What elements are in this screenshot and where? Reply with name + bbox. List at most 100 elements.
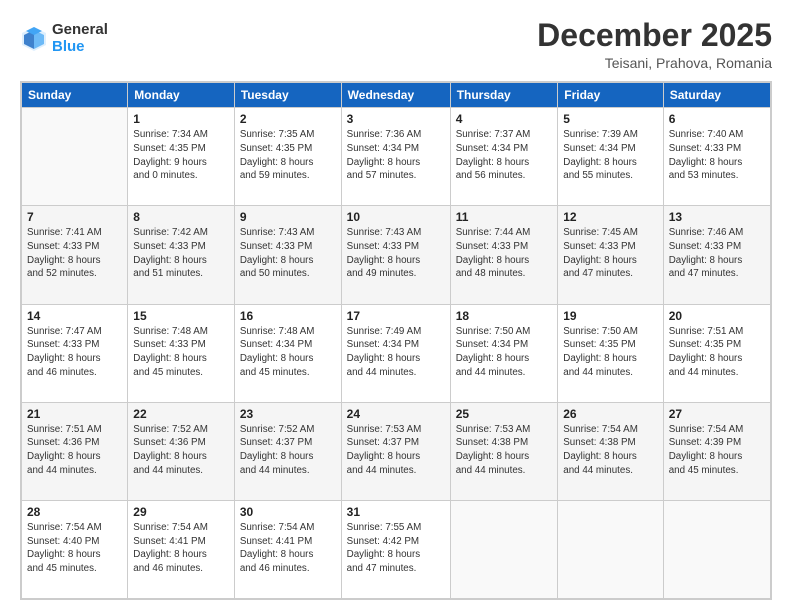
day-info: Sunrise: 7:50 AM Sunset: 4:34 PM Dayligh…	[456, 325, 553, 380]
day-number: 11	[456, 210, 553, 224]
day-number: 27	[669, 407, 765, 421]
day-info: Sunrise: 7:47 AM Sunset: 4:33 PM Dayligh…	[27, 325, 122, 380]
day-number: 1	[133, 112, 229, 126]
calendar-cell	[663, 500, 770, 598]
day-info: Sunrise: 7:49 AM Sunset: 4:34 PM Dayligh…	[347, 325, 445, 380]
calendar-cell: 31 Sunrise: 7:55 AM Sunset: 4:42 PM Dayli…	[341, 500, 450, 598]
day-info: Sunrise: 7:45 AM Sunset: 4:33 PM Dayligh…	[563, 226, 657, 281]
calendar-cell: 25 Sunrise: 7:53 AM Sunset: 4:38 PM Dayli…	[450, 402, 558, 500]
calendar-cell: 19 Sunrise: 7:50 AM Sunset: 4:35 PM Dayli…	[558, 304, 663, 402]
day-info: Sunrise: 7:41 AM Sunset: 4:33 PM Dayligh…	[27, 226, 122, 281]
day-number: 6	[669, 112, 765, 126]
day-number: 9	[240, 210, 336, 224]
day-number: 16	[240, 309, 336, 323]
day-number: 7	[27, 210, 122, 224]
week-row: 28Sunrise: 7:54 AM Sunset: 4:40 PM Dayli…	[22, 500, 771, 598]
day-number: 29	[133, 505, 229, 519]
day-header-saturday: Saturday	[663, 83, 770, 108]
day-number: 20	[669, 309, 765, 323]
day-info: Sunrise: 7:35 AM Sunset: 4:35 PM Dayligh…	[240, 128, 336, 183]
day-info: Sunrise: 7:40 AM Sunset: 4:33 PM Dayligh…	[669, 128, 765, 183]
calendar: SundayMondayTuesdayWednesdayThursdayFrid…	[20, 81, 772, 600]
day-info: Sunrise: 7:50 AM Sunset: 4:35 PM Dayligh…	[563, 325, 657, 380]
day-info: Sunrise: 7:36 AM Sunset: 4:34 PM Dayligh…	[347, 128, 445, 183]
day-number: 22	[133, 407, 229, 421]
calendar-table: SundayMondayTuesdayWednesdayThursdayFrid…	[21, 82, 771, 599]
day-info: Sunrise: 7:54 AM Sunset: 4:41 PM Dayligh…	[240, 521, 336, 576]
calendar-cell: 15 Sunrise: 7:48 AM Sunset: 4:33 PM Dayli…	[128, 304, 235, 402]
day-info: Sunrise: 7:51 AM Sunset: 4:35 PM Dayligh…	[669, 325, 765, 380]
day-info: Sunrise: 7:54 AM Sunset: 4:40 PM Dayligh…	[27, 521, 122, 576]
day-number: 19	[563, 309, 657, 323]
calendar-cell: 13 Sunrise: 7:46 AM Sunset: 4:33 PM Dayli…	[663, 206, 770, 304]
day-number: 30	[240, 505, 336, 519]
title-block: December 2025 Teisani, Prahova, Romania	[537, 18, 772, 71]
day-header-thursday: Thursday	[450, 83, 558, 108]
day-info: Sunrise: 7:54 AM Sunset: 4:41 PM Dayligh…	[133, 521, 229, 576]
calendar-cell: 3Sunrise: 7:36 AM Sunset: 4:34 PM Daylig…	[341, 108, 450, 206]
calendar-cell: 10Sunrise: 7:43 AM Sunset: 4:33 PM Dayli…	[341, 206, 450, 304]
calendar-cell: 8 Sunrise: 7:42 AM Sunset: 4:33 PM Daylig…	[128, 206, 235, 304]
day-number: 18	[456, 309, 553, 323]
day-info: Sunrise: 7:44 AM Sunset: 4:33 PM Dayligh…	[456, 226, 553, 281]
day-number: 12	[563, 210, 657, 224]
day-info: Sunrise: 7:53 AM Sunset: 4:38 PM Dayligh…	[456, 423, 553, 478]
day-info: Sunrise: 7:52 AM Sunset: 4:37 PM Dayligh…	[240, 423, 336, 478]
calendar-cell: 12 Sunrise: 7:45 AM Sunset: 4:33 PM Dayli…	[558, 206, 663, 304]
day-info: Sunrise: 7:53 AM Sunset: 4:37 PM Dayligh…	[347, 423, 445, 478]
day-number: 13	[669, 210, 765, 224]
calendar-cell: 28Sunrise: 7:54 AM Sunset: 4:40 PM Dayli…	[22, 500, 128, 598]
calendar-cell: 11 Sunrise: 7:44 AM Sunset: 4:33 PM Dayli…	[450, 206, 558, 304]
day-header-tuesday: Tuesday	[234, 83, 341, 108]
day-number: 31	[347, 505, 445, 519]
day-info: Sunrise: 7:43 AM Sunset: 4:33 PM Dayligh…	[347, 226, 445, 281]
page: General Blue December 2025 Teisani, Prah…	[0, 0, 792, 612]
day-info: Sunrise: 7:54 AM Sunset: 4:38 PM Dayligh…	[563, 423, 657, 478]
calendar-cell	[22, 108, 128, 206]
week-row: 1 Sunrise: 7:34 AM Sunset: 4:35 PM Daylig…	[22, 108, 771, 206]
calendar-cell: 9 Sunrise: 7:43 AM Sunset: 4:33 PM Daylig…	[234, 206, 341, 304]
calendar-body: 1 Sunrise: 7:34 AM Sunset: 4:35 PM Daylig…	[22, 108, 771, 599]
week-row: 14 Sunrise: 7:47 AM Sunset: 4:33 PM Dayli…	[22, 304, 771, 402]
calendar-cell: 16 Sunrise: 7:48 AM Sunset: 4:34 PM Dayli…	[234, 304, 341, 402]
calendar-cell: 5Sunrise: 7:39 AM Sunset: 4:34 PM Daylig…	[558, 108, 663, 206]
day-info: Sunrise: 7:48 AM Sunset: 4:34 PM Dayligh…	[240, 325, 336, 380]
day-number: 2	[240, 112, 336, 126]
day-info: Sunrise: 7:52 AM Sunset: 4:36 PM Dayligh…	[133, 423, 229, 478]
day-number: 14	[27, 309, 122, 323]
calendar-cell: 4Sunrise: 7:37 AM Sunset: 4:34 PM Daylig…	[450, 108, 558, 206]
day-info: Sunrise: 7:55 AM Sunset: 4:42 PM Dayligh…	[347, 521, 445, 576]
week-row: 7 Sunrise: 7:41 AM Sunset: 4:33 PM Daylig…	[22, 206, 771, 304]
day-info: Sunrise: 7:48 AM Sunset: 4:33 PM Dayligh…	[133, 325, 229, 380]
calendar-cell: 7 Sunrise: 7:41 AM Sunset: 4:33 PM Daylig…	[22, 206, 128, 304]
calendar-cell: 20 Sunrise: 7:51 AM Sunset: 4:35 PM Dayli…	[663, 304, 770, 402]
day-number: 24	[347, 407, 445, 421]
day-number: 15	[133, 309, 229, 323]
day-number: 26	[563, 407, 657, 421]
calendar-cell: 2 Sunrise: 7:35 AM Sunset: 4:35 PM Daylig…	[234, 108, 341, 206]
day-info: Sunrise: 7:42 AM Sunset: 4:33 PM Dayligh…	[133, 226, 229, 281]
calendar-cell: 14 Sunrise: 7:47 AM Sunset: 4:33 PM Dayli…	[22, 304, 128, 402]
calendar-cell	[450, 500, 558, 598]
week-row: 21Sunrise: 7:51 AM Sunset: 4:36 PM Dayli…	[22, 402, 771, 500]
day-number: 5	[563, 112, 657, 126]
calendar-cell: 22 Sunrise: 7:52 AM Sunset: 4:36 PM Dayli…	[128, 402, 235, 500]
calendar-cell: 23Sunrise: 7:52 AM Sunset: 4:37 PM Dayli…	[234, 402, 341, 500]
header: General Blue December 2025 Teisani, Prah…	[20, 18, 772, 71]
day-info: Sunrise: 7:54 AM Sunset: 4:39 PM Dayligh…	[669, 423, 765, 478]
day-number: 17	[347, 309, 445, 323]
calendar-cell	[558, 500, 663, 598]
calendar-cell: 29 Sunrise: 7:54 AM Sunset: 4:41 PM Dayli…	[128, 500, 235, 598]
day-info: Sunrise: 7:43 AM Sunset: 4:33 PM Dayligh…	[240, 226, 336, 281]
day-info: Sunrise: 7:46 AM Sunset: 4:33 PM Dayligh…	[669, 226, 765, 281]
day-header-sunday: Sunday	[22, 83, 128, 108]
day-header-friday: Friday	[558, 83, 663, 108]
day-info: Sunrise: 7:34 AM Sunset: 4:35 PM Dayligh…	[133, 128, 229, 183]
calendar-cell: 30 Sunrise: 7:54 AM Sunset: 4:41 PM Dayli…	[234, 500, 341, 598]
day-info: Sunrise: 7:51 AM Sunset: 4:36 PM Dayligh…	[27, 423, 122, 478]
day-number: 25	[456, 407, 553, 421]
calendar-cell: 17 Sunrise: 7:49 AM Sunset: 4:34 PM Dayli…	[341, 304, 450, 402]
subtitle: Teisani, Prahova, Romania	[537, 55, 772, 71]
main-title: December 2025	[537, 18, 772, 53]
day-number: 8	[133, 210, 229, 224]
